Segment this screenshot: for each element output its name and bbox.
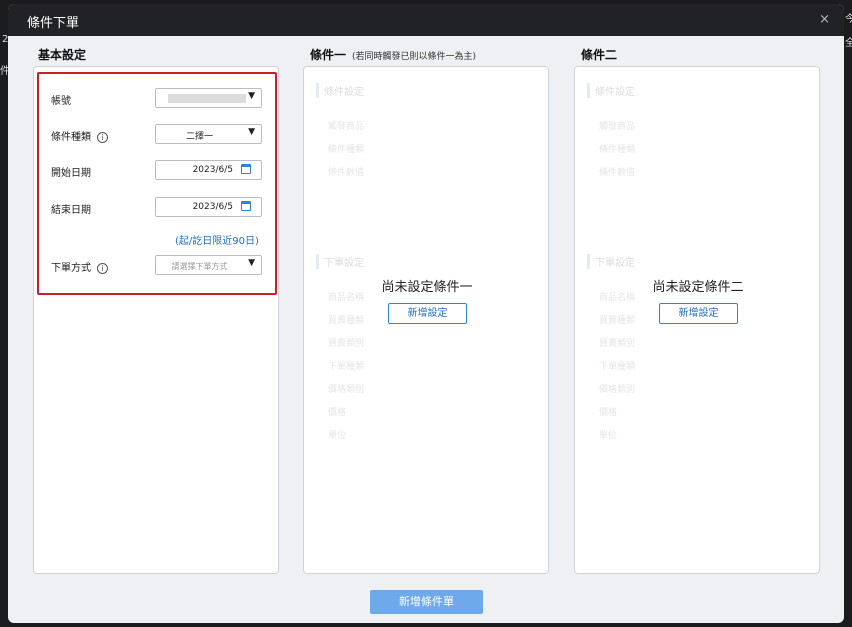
start-date-row: 開始日期 2023/6/5 <box>39 160 275 182</box>
ghost-condition-setting: 條件設定 <box>587 83 635 98</box>
start-date-label: 開始日期 <box>51 168 91 179</box>
condition1-add-button[interactable]: 新增設定 <box>388 303 467 324</box>
highlight-box: 帳號 ▼ 條件種類 i 二擇一 ▼ 開始日期 2023/6/5 結束日期 202… <box>37 72 277 295</box>
ghost-item: 價格 <box>328 408 347 418</box>
end-date-value: 2023/6/5 <box>192 202 233 212</box>
condition2-add-button[interactable]: 新增設定 <box>659 303 738 324</box>
condition2-empty-message: 尚未設定條件二 <box>652 280 744 295</box>
date-range-note: (起/訖日限近90日) <box>175 236 259 247</box>
start-date-picker[interactable]: 2023/6/5 <box>155 160 262 180</box>
conditional-order-dialog: 條件下單 × 基本設定 條件一 (若同時觸發已則以條件一為主) 條件二 帳號 ▼ … <box>8 4 844 623</box>
ghost-item: 買賣種類 <box>328 316 365 326</box>
condition1-title-text: 條件一 <box>310 48 347 62</box>
condition2-panel: 條件設定 觸發商品 條件種類 條件數值 下單設定 商品名稱 買賣種類 買賣類別 … <box>574 66 820 574</box>
bg-text: 全 <box>845 38 852 49</box>
ghost-item: 下單種類 <box>328 362 365 372</box>
basic-settings-panel: 帳號 ▼ 條件種類 i 二擇一 ▼ 開始日期 2023/6/5 結束日期 202… <box>33 66 279 574</box>
chevron-down-icon: ▼ <box>248 127 255 137</box>
end-date-row: 結束日期 2023/6/5 <box>39 197 275 219</box>
end-date-label: 結束日期 <box>51 205 91 216</box>
info-icon[interactable]: i <box>97 262 108 274</box>
ghost-item: 價格類別 <box>599 385 636 395</box>
ghost-item: 買賣類別 <box>599 339 636 349</box>
add-conditional-order-button[interactable]: 新增條件單 <box>370 590 483 614</box>
condition1-title: 條件一 (若同時觸發已則以條件一為主) <box>310 46 476 63</box>
condition1-subtitle: (若同時觸發已則以條件一為主) <box>352 52 477 62</box>
chevron-down-icon: ▼ <box>248 258 255 268</box>
bg-text: 今 <box>845 14 852 25</box>
condition1-panel: 條件設定 觸發商品 條件種類 條件數值 下單設定 商品名稱 買賣種類 買賣類別 … <box>303 66 549 574</box>
ghost-item: 觸發商品 <box>328 122 365 132</box>
ghost-item: 價格 <box>599 408 618 418</box>
ghost-order-setting: 下單設定 <box>587 254 635 269</box>
ghost-item: 買賣種類 <box>599 316 636 326</box>
account-label: 帳號 <box>51 96 71 107</box>
ghost-item: 觸發商品 <box>599 122 636 132</box>
ghost-order-setting: 下單設定 <box>316 254 364 269</box>
ghost-item: 下單種類 <box>599 362 636 372</box>
info-icon[interactable]: i <box>97 131 108 143</box>
condition1-empty-message: 尚未設定條件一 <box>381 280 473 295</box>
ghost-item: 條件種類 <box>599 145 636 155</box>
ghost-item: 條件數值 <box>328 168 365 178</box>
order-method-row: 下單方式 i 請選擇下單方式 ▼ <box>39 255 275 277</box>
condition-type-label: 條件種類 <box>51 132 91 143</box>
ghost-item: 價格類別 <box>328 385 365 395</box>
start-date-value: 2023/6/5 <box>192 165 233 175</box>
account-masked-value <box>168 94 246 103</box>
condition-type-row: 條件種類 i 二擇一 ▼ <box>39 124 275 146</box>
dialog-titlebar: 條件下單 × <box>8 4 844 36</box>
condition-type-select[interactable]: 二擇一 ▼ <box>155 124 262 144</box>
basic-settings-title: 基本設定 <box>38 48 87 62</box>
close-icon[interactable]: × <box>819 12 830 27</box>
account-row: 帳號 ▼ <box>39 88 275 110</box>
end-date-picker[interactable]: 2023/6/5 <box>155 197 262 217</box>
order-method-label-wrap: 下單方式 i <box>51 259 108 274</box>
condition-type-label-wrap: 條件種類 i <box>51 128 108 143</box>
calendar-icon[interactable] <box>241 164 251 174</box>
ghost-condition-setting: 條件設定 <box>316 83 364 98</box>
order-method-label: 下單方式 <box>51 263 91 274</box>
calendar-icon[interactable] <box>241 201 251 211</box>
account-select[interactable]: ▼ <box>155 88 262 108</box>
ghost-item: 單位 <box>328 431 347 441</box>
ghost-item: 條件數值 <box>599 168 636 178</box>
chevron-down-icon: ▼ <box>248 91 255 101</box>
order-method-select[interactable]: 請選擇下單方式 ▼ <box>155 255 262 275</box>
ghost-item: 條件種類 <box>328 145 365 155</box>
dialog-title: 條件下單 <box>27 16 80 31</box>
condition-type-value: 二擇一 <box>185 132 213 142</box>
ghost-item: 買賣類別 <box>328 339 365 349</box>
order-method-placeholder: 請選擇下單方式 <box>171 262 228 271</box>
ghost-item: 單位 <box>599 431 618 441</box>
condition2-title: 條件二 <box>581 48 618 62</box>
